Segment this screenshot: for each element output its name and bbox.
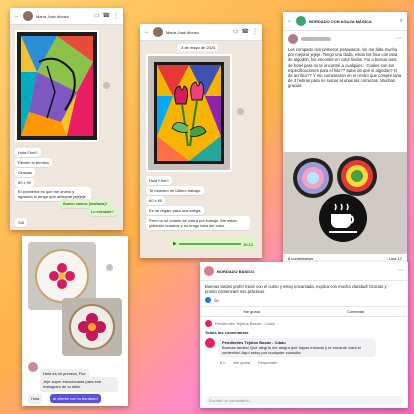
comment-input-placeholder: Escribe un comentario... bbox=[209, 398, 253, 403]
horse-painting-image bbox=[17, 32, 97, 140]
more-icon[interactable]: ⋯ bbox=[398, 268, 404, 274]
contact-name[interactable]: María José Alonso bbox=[36, 14, 91, 19]
video-call-icon[interactable]: ▭ bbox=[233, 29, 239, 35]
more-icon[interactable]: ⋮ bbox=[113, 13, 119, 19]
search-icon[interactable]: ⌕ bbox=[400, 18, 403, 24]
post-photo[interactable] bbox=[283, 152, 407, 254]
audio-waveform bbox=[178, 243, 241, 245]
message-bubble: 60 x 60 bbox=[146, 196, 166, 205]
avatar[interactable] bbox=[23, 11, 33, 21]
video-call-icon[interactable]: ▭ bbox=[94, 13, 100, 19]
group-avatar[interactable] bbox=[204, 266, 214, 276]
reply-avatar[interactable] bbox=[205, 320, 212, 328]
contact-name[interactable]: María José Alonso bbox=[166, 30, 230, 35]
message-bubble: Hola Flor!!! bbox=[146, 176, 172, 185]
comment-button[interactable]: Comentar bbox=[347, 309, 365, 314]
play-icon[interactable]: ▶ bbox=[173, 241, 177, 247]
message-bubble: Es un regalo para una amiga. bbox=[146, 206, 205, 215]
photo-message-2[interactable] bbox=[62, 298, 122, 356]
comment-text: Buenas tardes! Qué alegría me alegra que… bbox=[222, 345, 361, 356]
facebook-comment-thread: BORDADO BÁSICO ⋯ Buenas tardes profe! In… bbox=[200, 262, 408, 408]
phone-icon[interactable]: ☎ bbox=[242, 29, 249, 35]
coasters-photo bbox=[283, 152, 407, 254]
author-avatar[interactable] bbox=[288, 34, 298, 44]
message-bubble: Hola bbox=[28, 394, 43, 403]
group-name[interactable]: BORDADO CON AGUJA MÁGICA bbox=[309, 19, 397, 24]
chat-header: ← María José Alonso ▭ ☎ ⋮ bbox=[140, 24, 262, 41]
message-bubble: Recién lo termino bbox=[15, 158, 53, 167]
comment-bubble: Pendientes Tejidos Basae - Cdalu Buenas … bbox=[218, 338, 376, 358]
comment-input[interactable]: Escribe un comentario... bbox=[205, 396, 403, 405]
message-bubble: Jeje super emocionada para ese Instagram… bbox=[40, 377, 118, 391]
post-stats: 8 comentarios Like 17 bbox=[288, 256, 402, 261]
comment: Pendientes Tejidos Basae - Cdalu Buenas … bbox=[200, 335, 408, 360]
more-icon[interactable]: ⋮ bbox=[252, 29, 258, 35]
phone-icon[interactable]: ☎ bbox=[103, 13, 110, 19]
author-row: ⋯ bbox=[283, 31, 407, 47]
comment-like-link[interactable]: Me gusta bbox=[234, 360, 250, 365]
action-bar: Me gusta Comentar bbox=[200, 306, 408, 318]
message-bubble: Gracias bbox=[15, 168, 35, 177]
reply-author[interactable]: Pendientes Tejidos Basae - Cdalu bbox=[215, 321, 275, 326]
message-bubble: Pero no sé cuánto se cobra por trabajo. … bbox=[146, 216, 250, 230]
group-name[interactable]: BORDADO BÁSICO bbox=[217, 269, 254, 274]
chat-header: ← María José Alonso ▭ ☎ ⋮ bbox=[10, 8, 123, 25]
forward-icon[interactable] bbox=[106, 264, 113, 271]
message-bubble: Te muestro mi Último trabajo. bbox=[146, 186, 205, 195]
like-reaction-icon bbox=[205, 297, 211, 304]
likes-count[interactable]: Like 17 bbox=[389, 256, 402, 261]
message-bubble: 60 x 90 bbox=[15, 178, 35, 187]
more-icon[interactable]: ⋯ bbox=[396, 36, 402, 42]
back-arrow-icon[interactable]: ← bbox=[14, 13, 20, 19]
instagram-dm-embroidery: Hola es mi primera, Flor Jeje super emoc… bbox=[22, 236, 128, 406]
back-arrow-icon[interactable]: ← bbox=[144, 29, 150, 35]
date-separator: 3 de mayo de 2024 bbox=[178, 44, 219, 51]
group-avatar[interactable] bbox=[296, 16, 306, 26]
reactions-row: 25 bbox=[200, 294, 408, 306]
comment-actions: 6 h Me gusta Responder bbox=[200, 360, 408, 365]
message-bubble: Lo enviaste? bbox=[88, 207, 117, 216]
reply-row: Pendientes Tejidos Basae - Cdalu bbox=[200, 317, 408, 330]
sender-avatar[interactable] bbox=[28, 362, 38, 372]
author-name-blurred bbox=[301, 37, 331, 41]
comment-time: 6 h bbox=[220, 360, 226, 366]
image-message[interactable] bbox=[15, 30, 99, 142]
hoop-flower-closeup-image bbox=[62, 298, 122, 356]
forward-icon[interactable] bbox=[237, 108, 244, 115]
tulip-painting-image bbox=[148, 56, 230, 170]
like-button[interactable]: Me gusta bbox=[243, 309, 259, 314]
whatsapp-screenshot-painting-horse: ← María José Alonso ▭ ☎ ⋮ Hola Flor!!! R… bbox=[10, 8, 123, 230]
facebook-post-coasters: ← BORDADO CON AGUJA MÁGICA ⌕ ⋯ Les compa… bbox=[283, 12, 407, 268]
comment-reply-link[interactable]: Responder bbox=[258, 360, 278, 365]
post-header: BORDADO BÁSICO ⋯ bbox=[200, 262, 408, 281]
post-text: Buenas tardes profe! Inicié con el curso… bbox=[205, 284, 387, 295]
post-header: ← BORDADO CON AGUJA MÁGICA ⌕ bbox=[283, 12, 407, 31]
whatsapp-screenshot-tulip-painting: ← María José Alonso ▭ ☎ ⋮ 3 de mayo de 2… bbox=[140, 24, 262, 258]
comments-count[interactable]: 8 comentarios bbox=[288, 256, 313, 261]
comment-avatar[interactable] bbox=[205, 338, 215, 349]
message-bubble: Hola Flor!!! bbox=[15, 148, 41, 157]
post-text: Les comparto mis primeros posavasos, sin… bbox=[288, 47, 402, 89]
message-bubble: SIII bbox=[15, 218, 28, 227]
image-message[interactable] bbox=[146, 54, 232, 172]
reactions-count[interactable]: 25 bbox=[214, 298, 218, 303]
back-arrow-icon[interactable]: ← bbox=[287, 18, 293, 24]
avatar[interactable] bbox=[153, 27, 163, 37]
message-time: 10:12 bbox=[242, 241, 253, 247]
voice-message[interactable]: ▶ 10:12 bbox=[170, 238, 256, 250]
message-bubble: al cliente con tu bordado! bbox=[50, 394, 101, 403]
forward-icon[interactable] bbox=[103, 82, 110, 89]
